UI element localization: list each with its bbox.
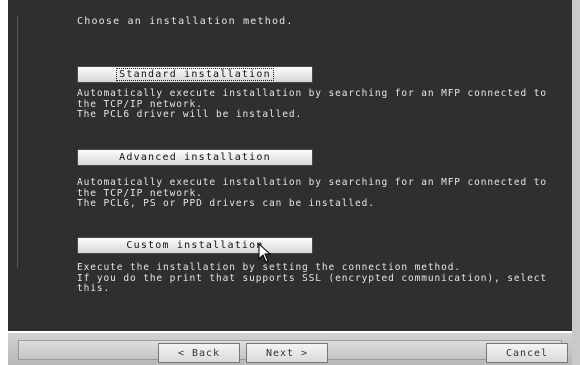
- instruction-text: Choose an installation method.: [77, 16, 294, 27]
- back-button[interactable]: < Back: [158, 343, 240, 363]
- advanced-installation-button[interactable]: Advanced installation: [77, 149, 313, 166]
- mouse-pointer-icon: [258, 243, 272, 263]
- next-button[interactable]: Next >: [246, 343, 328, 363]
- custom-installation-description: Execute the installation by setting the …: [77, 262, 547, 294]
- custom-installation-button[interactable]: Custom installation: [77, 237, 313, 254]
- standard-installation-description: Automatically execute installation by se…: [77, 88, 547, 120]
- standard-installation-button[interactable]: Standard installation: [77, 66, 313, 83]
- cancel-button[interactable]: Cancel: [486, 343, 568, 363]
- standard-installation-label: Standard installation: [116, 68, 274, 81]
- advanced-installation-label: Advanced installation: [119, 152, 271, 163]
- advanced-installation-description: Automatically execute installation by se…: [77, 177, 547, 209]
- custom-installation-label: Custom installation: [126, 240, 264, 251]
- divider-line: [17, 16, 18, 268]
